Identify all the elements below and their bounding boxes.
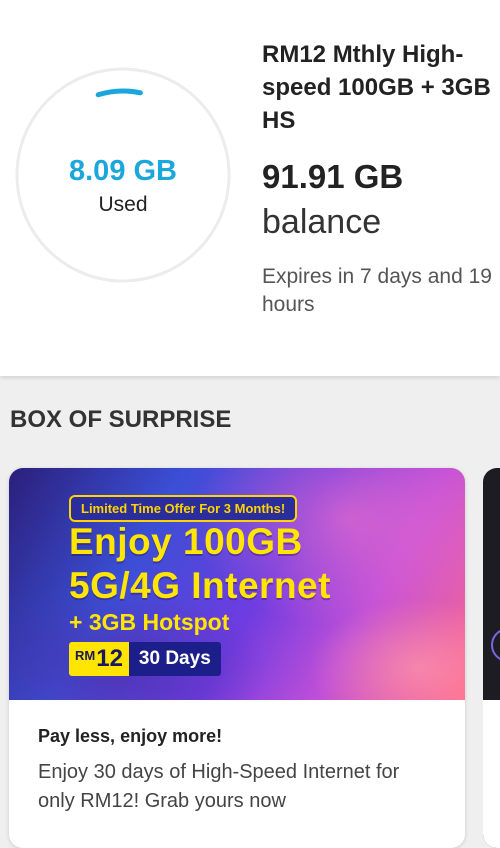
headline-line-2: 5G/4G Internet bbox=[69, 565, 331, 606]
promo-description: Enjoy 30 days of High-Speed Internet for… bbox=[38, 761, 400, 812]
price-currency: RM bbox=[75, 648, 96, 663]
used-label: Used bbox=[98, 193, 148, 216]
price-tag: RM 12 30 Days bbox=[69, 642, 221, 676]
next-card-body bbox=[483, 700, 500, 848]
used-amount: 8.09 GB bbox=[69, 155, 177, 187]
price-amount: 12 bbox=[96, 645, 123, 672]
data-usage-card: 8.09 GB Used RM12 Mthly High-speed 100GB… bbox=[0, 0, 500, 376]
hotspot-text: + 3GB Hotspot bbox=[69, 609, 230, 635]
price-duration: 30 Days bbox=[128, 642, 221, 676]
headline-line-1: Enjoy 100GB bbox=[69, 521, 303, 562]
promo-card[interactable]: Limited Time Offer For 3 Months! Enjoy 1… bbox=[9, 468, 465, 848]
plan-name: RM12 Mthly High-speed 100GB + 3GB HS bbox=[262, 41, 491, 134]
promo-banner[interactable]: Limited Time Offer For 3 Months! Enjoy 1… bbox=[9, 468, 465, 700]
balance-label: balance bbox=[262, 203, 382, 241]
promo-title: Pay less, enjoy more! bbox=[38, 726, 223, 746]
expiry-text: Expires in 7 days and 19 hours bbox=[262, 265, 492, 316]
next-promo-card[interactable] bbox=[483, 468, 500, 848]
limited-offer-badge: Limited Time Offer For 3 Months! bbox=[69, 495, 298, 522]
usage-ring: 8.09 GB Used bbox=[15, 67, 231, 283]
price-amount-box: RM 12 bbox=[69, 642, 129, 676]
usage-progress-arc bbox=[95, 88, 143, 98]
banner-glow bbox=[309, 598, 465, 700]
promo-headline: Enjoy 100GB 5G/4G Internet bbox=[69, 520, 331, 608]
next-card-graphic bbox=[491, 628, 500, 662]
balance-amount: 91.91 GB bbox=[262, 158, 404, 195]
section-title: BOX OF SURPRISE bbox=[10, 406, 232, 433]
